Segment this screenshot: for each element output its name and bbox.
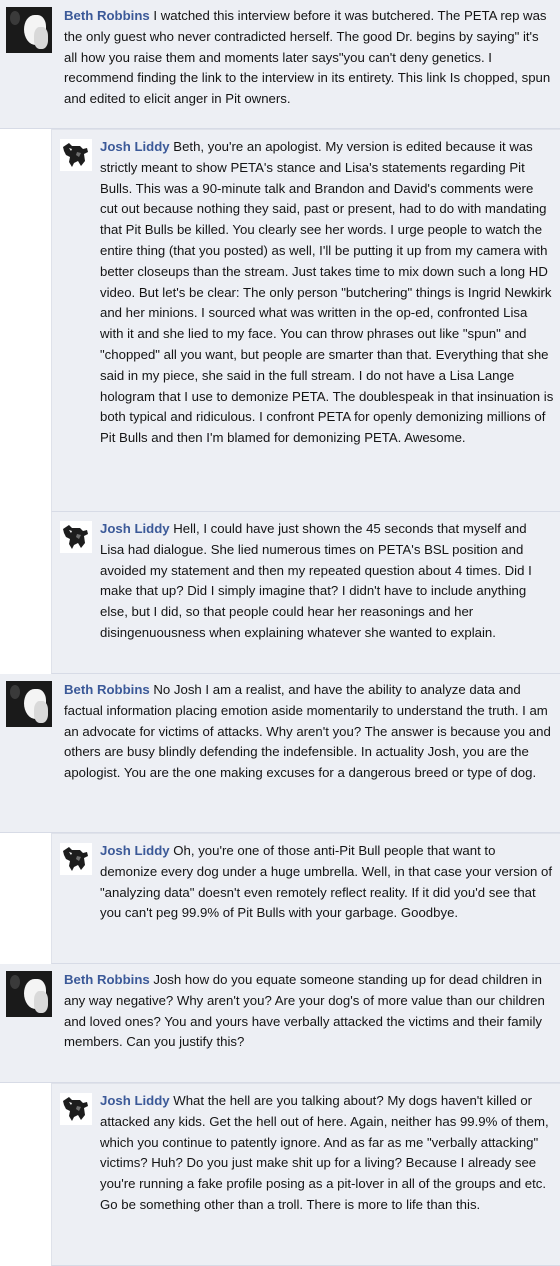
dog-silhouette-icon bbox=[60, 1093, 92, 1125]
comment: Beth Robbins I watched this interview be… bbox=[0, 0, 560, 129]
reply-group: Josh Liddy What the hell are you talking… bbox=[0, 1083, 560, 1266]
author-link[interactable]: Beth Robbins bbox=[64, 8, 150, 23]
author-link[interactable]: Josh Liddy bbox=[100, 1093, 170, 1108]
comment-body: Beth Robbins Josh how do you equate some… bbox=[64, 970, 554, 1076]
author-link[interactable]: Josh Liddy bbox=[100, 521, 170, 536]
beth-avatar[interactable] bbox=[6, 7, 52, 53]
josh-avatar[interactable] bbox=[60, 521, 92, 553]
comment-body: Beth Robbins No Josh I am a realist, and… bbox=[64, 680, 554, 826]
josh-avatar[interactable] bbox=[60, 139, 92, 171]
josh-avatar[interactable] bbox=[60, 1093, 92, 1125]
dog-silhouette-icon bbox=[60, 843, 92, 875]
reply-comment: Josh Liddy Oh, you're one of those anti-… bbox=[51, 833, 560, 964]
comment-text: Hell, I could have just shown the 45 sec… bbox=[100, 521, 532, 640]
comment-text: Beth, you're an apologist. My version is… bbox=[100, 139, 554, 446]
author-link[interactable]: Beth Robbins bbox=[64, 972, 150, 987]
comment: Beth Robbins No Josh I am a realist, and… bbox=[0, 674, 560, 833]
comment-body: Josh Liddy Beth, you're an apologist. My… bbox=[100, 137, 554, 505]
josh-avatar[interactable] bbox=[60, 843, 92, 875]
dog-silhouette-icon bbox=[60, 521, 92, 553]
comment-text: What the hell are you talking about? My … bbox=[100, 1093, 549, 1212]
beth-avatar[interactable] bbox=[6, 971, 52, 1017]
author-link[interactable]: Josh Liddy bbox=[100, 843, 170, 858]
comment-body: Josh Liddy Hell, I could have just shown… bbox=[100, 519, 554, 667]
comment: Beth Robbins Josh how do you equate some… bbox=[0, 964, 560, 1083]
reply-comment: Josh Liddy Hell, I could have just shown… bbox=[51, 512, 560, 674]
reply-group: Josh Liddy Beth, you're an apologist. My… bbox=[0, 129, 560, 674]
reply-comment: Josh Liddy Beth, you're an apologist. My… bbox=[51, 129, 560, 512]
dog-silhouette-icon bbox=[60, 139, 92, 171]
reply-comment: Josh Liddy What the hell are you talking… bbox=[51, 1083, 560, 1266]
comment-body: Beth Robbins I watched this interview be… bbox=[64, 6, 554, 122]
comment-body: Josh Liddy Oh, you're one of those anti-… bbox=[100, 841, 554, 957]
comment-thread: Beth Robbins I watched this interview be… bbox=[0, 0, 560, 1266]
author-link[interactable]: Beth Robbins bbox=[64, 682, 150, 697]
author-link[interactable]: Josh Liddy bbox=[100, 139, 170, 154]
beth-avatar[interactable] bbox=[6, 681, 52, 727]
reply-group: Josh Liddy Oh, you're one of those anti-… bbox=[0, 833, 560, 964]
